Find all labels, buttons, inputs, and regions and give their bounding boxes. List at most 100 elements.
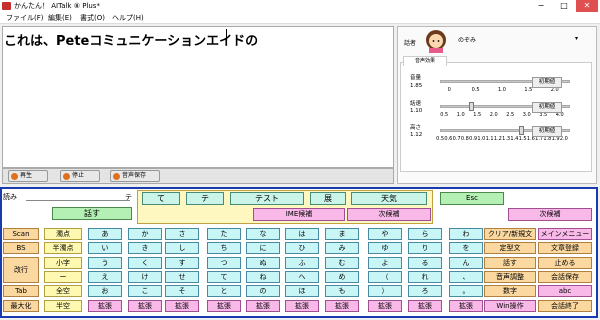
function-key[interactable]: クリア/新規文	[484, 228, 536, 240]
close-button[interactable]: ✕	[576, 0, 598, 12]
function-key[interactable]: 音声調整	[484, 270, 536, 283]
kana-key[interactable]: な	[246, 228, 280, 240]
kana-key[interactable]: へ	[285, 270, 319, 283]
speed-reset-button[interactable]: 初期値	[532, 102, 562, 113]
kana-key[interactable]: め	[325, 270, 359, 283]
key-濁点[interactable]: 濁点	[44, 228, 82, 240]
kana-key[interactable]: く	[128, 256, 162, 269]
kana-key[interactable]: つ	[207, 256, 241, 269]
candidate-item[interactable]: て	[142, 192, 180, 205]
function-key[interactable]: 止める	[538, 256, 592, 269]
kana-key[interactable]: を	[449, 242, 483, 255]
kana-key[interactable]: せ	[165, 270, 199, 283]
speed-thumb[interactable]	[468, 102, 474, 111]
key-BS[interactable]: BS	[3, 242, 39, 255]
expand-key[interactable]: 拡張	[88, 299, 122, 312]
function-key[interactable]: abc	[538, 285, 592, 298]
kana-key[interactable]: か	[128, 228, 162, 240]
volume-reset-button[interactable]: 初期値	[532, 77, 562, 88]
kana-key[interactable]: も	[325, 285, 359, 298]
kana-key[interactable]: い	[88, 242, 122, 255]
kana-key[interactable]: ち	[207, 242, 241, 255]
kana-key[interactable]: （	[368, 270, 402, 283]
stop-button[interactable]: 停止	[60, 170, 100, 182]
function-key[interactable]: メインメニュー	[538, 228, 592, 240]
minimize-button[interactable]: −	[530, 0, 552, 12]
key-Scan[interactable]: Scan	[3, 228, 39, 240]
key-半空[interactable]: 半空	[44, 299, 82, 312]
kana-key[interactable]: に	[246, 242, 280, 255]
kana-key[interactable]: ろ	[408, 285, 442, 298]
kana-key[interactable]: ひ	[285, 242, 319, 255]
expand-key[interactable]: 拡張	[449, 299, 483, 312]
kana-key[interactable]: こ	[128, 285, 162, 298]
candidate-item[interactable]: 展	[310, 192, 346, 205]
kana-key[interactable]: ゆ	[368, 242, 402, 255]
kana-key[interactable]: ）	[368, 285, 402, 298]
kana-key[interactable]: さ	[165, 228, 199, 240]
kana-key[interactable]: た	[207, 228, 241, 240]
chevron-down-icon[interactable]: ▾	[575, 35, 578, 42]
expand-key[interactable]: 拡張	[128, 299, 162, 312]
kana-key[interactable]: り	[408, 242, 442, 255]
kana-key[interactable]: れ	[408, 270, 442, 283]
kana-key[interactable]: ね	[246, 270, 280, 283]
expand-key[interactable]: 拡張	[408, 299, 442, 312]
kana-key[interactable]: と	[207, 285, 241, 298]
menu-file[interactable]: ファイル(F)	[6, 13, 44, 23]
key-小字[interactable]: 小字	[44, 256, 82, 269]
kana-key[interactable]: 。	[449, 285, 483, 298]
kana-key[interactable]: う	[88, 256, 122, 269]
kana-key[interactable]: は	[285, 228, 319, 240]
tab-voice-effects[interactable]: 音声効果	[403, 56, 447, 66]
kana-key[interactable]: え	[88, 270, 122, 283]
play-button[interactable]: 再生	[8, 170, 48, 182]
pitch-thumb[interactable]	[518, 126, 524, 135]
kana-key[interactable]: ら	[408, 228, 442, 240]
kana-key[interactable]: し	[165, 242, 199, 255]
candidate-item[interactable]: テスト	[230, 192, 304, 205]
candidate-item[interactable]: 天気	[351, 192, 427, 205]
key-半濁点[interactable]: 半濁点	[44, 242, 82, 255]
ime-candidates-button[interactable]: IME候補	[253, 208, 345, 221]
kana-key[interactable]: よ	[368, 256, 402, 269]
kana-key[interactable]: き	[128, 242, 162, 255]
expand-key[interactable]: 拡張	[325, 299, 359, 312]
save-audio-button[interactable]: 音声保存	[110, 170, 160, 182]
kana-key[interactable]: や	[368, 228, 402, 240]
function-key[interactable]: Win操作	[484, 299, 536, 312]
pitch-reset-button[interactable]: 初期値	[532, 126, 562, 137]
kana-key[interactable]: む	[325, 256, 359, 269]
kana-key[interactable]: ま	[325, 228, 359, 240]
function-key[interactable]: 会話終了	[538, 299, 592, 312]
kana-key[interactable]: お	[88, 285, 122, 298]
function-key[interactable]: 定型文	[484, 242, 536, 255]
expand-key[interactable]: 拡張	[165, 299, 199, 312]
esc-button[interactable]: Esc	[440, 192, 504, 205]
kana-key[interactable]: ぬ	[246, 256, 280, 269]
kana-key[interactable]: ん	[449, 256, 483, 269]
expand-key[interactable]: 拡張	[285, 299, 319, 312]
expand-key[interactable]: 拡張	[368, 299, 402, 312]
key-ー[interactable]: ー	[44, 270, 82, 283]
function-key[interactable]: 文章登録	[538, 242, 592, 255]
kana-key[interactable]: ほ	[285, 285, 319, 298]
next-candidate-right-button[interactable]: 次候補	[508, 208, 592, 221]
function-key[interactable]: 数字	[484, 285, 536, 298]
kana-key[interactable]: わ	[449, 228, 483, 240]
maximize-button[interactable]: □	[553, 0, 575, 12]
function-key[interactable]: 話す	[484, 256, 536, 269]
kana-key[interactable]: の	[246, 285, 280, 298]
expand-key[interactable]: 拡張	[207, 299, 241, 312]
menu-edit[interactable]: 編集(E)	[48, 13, 72, 23]
kana-key[interactable]: そ	[165, 285, 199, 298]
kana-key[interactable]: す	[165, 256, 199, 269]
kana-key[interactable]: あ	[88, 228, 122, 240]
speak-button[interactable]: 話す	[52, 207, 132, 220]
kana-key[interactable]: ふ	[285, 256, 319, 269]
function-key[interactable]: 会話保存	[538, 270, 592, 283]
next-candidate-button[interactable]: 次候補	[347, 208, 431, 221]
menu-format[interactable]: 書式(O)	[80, 13, 105, 23]
kana-key[interactable]: る	[408, 256, 442, 269]
key-改行[interactable]: 改行	[3, 256, 39, 283]
